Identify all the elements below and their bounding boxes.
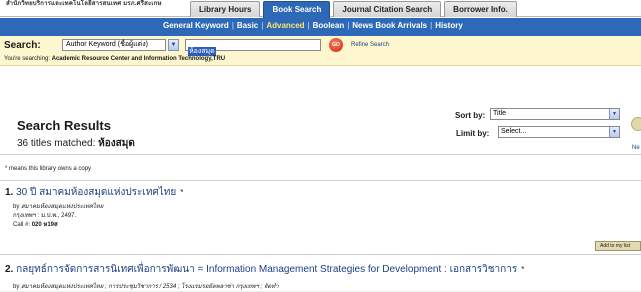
library-name: สำนักวิทยบริการและเทคโนโลยีสารสนเทศ มรภ.… [6,1,162,7]
nav-boolean[interactable]: Boolean [313,21,345,30]
nav-links: General Keyword | Basic | Advanced | Boolean | N… [163,21,463,30]
nav-general-keyword[interactable]: General Keyword [163,21,229,30]
nav-separator: | [307,21,310,30]
record-number: 1. [5,187,14,198]
sort-value: Title [493,110,506,117]
chevron-down-icon[interactable]: ▼ [609,109,619,119]
owned-copy-star: * [521,265,525,274]
sort-label: Sort by: [455,111,486,120]
record-author-link[interactable]: สมาคมห้องสมุดแห่งประเทศไทย ; การประชุมวิ… [21,284,279,290]
search-label: Search: [4,40,41,51]
matched-count: 36 titles matched: ห้องสมุด [17,136,135,151]
record-by-prefix: by [13,284,20,290]
record-call-number-line: Call #: 020 ห19ส [13,219,58,229]
limit-select[interactable]: Select... ▼ [498,126,620,138]
searching-target: Academic Resource Center and Information… [51,56,226,62]
record-title: 2. กลยุทธ์การจัดการสารนิเทศเพื่อการพัฒนา… [5,262,524,277]
side-link[interactable]: Ne [632,145,640,151]
limit-value: Select... [501,128,527,135]
searching-prefix: You're searching: [4,56,50,62]
side-action-button[interactable] [631,117,641,131]
sort-select[interactable]: Title ▼ [490,108,620,120]
tab-bar: Library Hours Book Search Journal Citati… [190,1,517,18]
matched-prefix: 36 titles matched: [17,138,96,149]
record-number: 2. [5,264,14,275]
chevron-down-icon[interactable]: ▼ [168,39,179,51]
nav-separator: | [231,21,234,30]
nav-separator: | [347,21,350,30]
refine-search-link[interactable]: Refine Search [351,42,389,48]
owned-copy-star: * [180,188,184,197]
record-title-link[interactable]: กลยุทธ์การจัดการสารนิเทศเพื่อการพัฒนา = … [16,264,517,275]
tab-book-search[interactable]: Book Search [263,1,331,18]
search-input-value: ห้องสมุด [188,47,216,56]
record-call-prefix: Call #: [13,222,31,228]
record-call-number: 020 ห19ส [31,222,58,228]
nav-advanced[interactable]: Advanced [266,21,304,30]
limit-label: Limit by: [456,129,490,138]
search-type-select[interactable]: Author Keyword (ชื่อผู้แต่ง) [62,39,166,51]
nav-separator: | [261,21,264,30]
tab-library-hours[interactable]: Library Hours [190,1,261,17]
divider [0,254,641,255]
chevron-down-icon[interactable]: ▼ [609,127,619,137]
search-type-nav: General Keyword | Basic | Advanced | Boolean | N… [0,18,641,36]
searching-scope: You're searching: Academic Resource Cent… [4,56,225,62]
top-tab-strip: สำนักวิทยบริการและเทคโนโลยีสารสนเทศ มรภ.… [0,0,641,18]
divider [0,180,641,181]
add-to-list-button[interactable]: Add to my list [595,241,641,251]
nav-news-book-arrivals[interactable]: News Book Arrivals [352,21,427,30]
tab-borrower-info[interactable]: Borrower Info. [444,1,517,17]
results-title: Search Results [17,118,111,133]
record-title-link[interactable]: 30 ปี สมาคมห้องสมุดแห่งประเทศไทย [16,187,176,198]
search-input[interactable]: ห้องสมุด [185,39,321,56]
nav-basic[interactable]: Basic [237,21,258,30]
matched-term: ห้องสมุด [98,138,135,149]
owns-copy-note: * means this library owns a copy [5,166,92,172]
nav-separator: | [430,21,433,30]
record-author-line: by สมาคมห้องสมุดแห่งประเทศไทย ; การประชุ… [13,281,279,291]
divider [0,154,641,155]
search-bar: Search: Author Keyword (ชื่อผู้แต่ง) ▼ ห… [0,36,641,66]
nav-history[interactable]: History [435,21,463,30]
record-title: 1. 30 ปี สมาคมห้องสมุดแห่งประเทศไทย * [5,185,183,200]
tab-journal-citation-search[interactable]: Journal Citation Search [333,1,442,17]
go-button[interactable]: GO [329,38,343,52]
